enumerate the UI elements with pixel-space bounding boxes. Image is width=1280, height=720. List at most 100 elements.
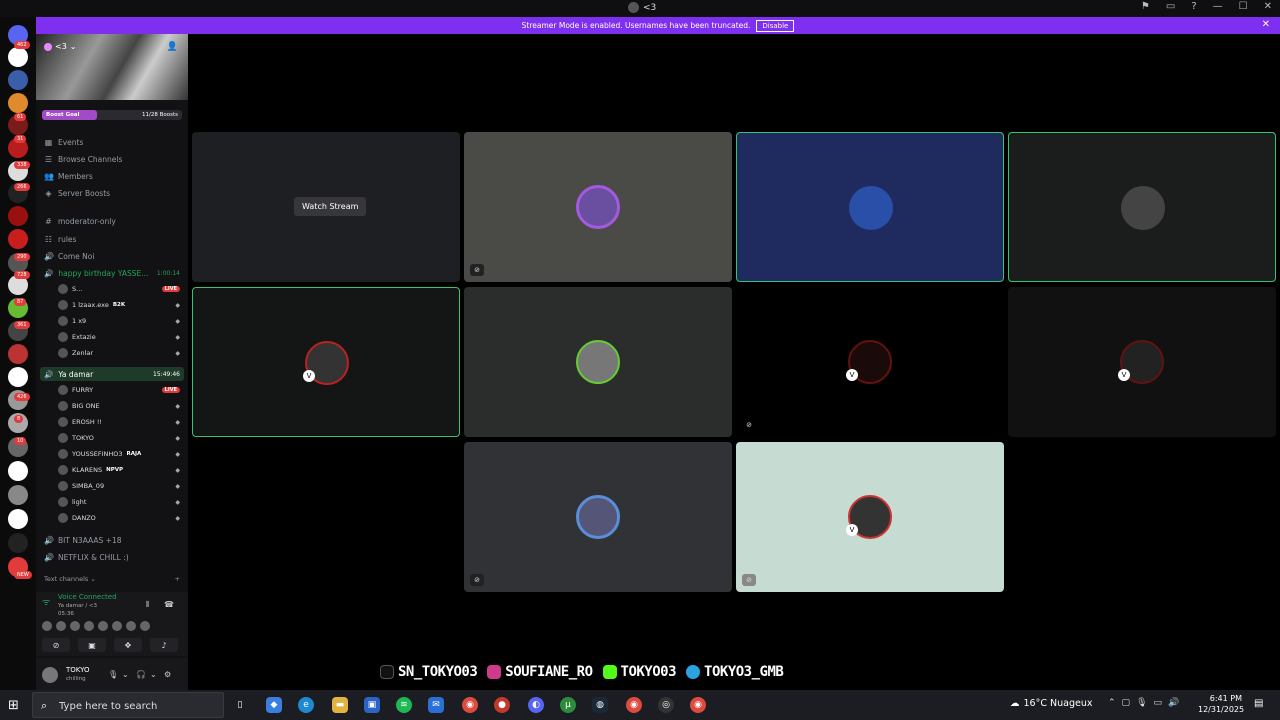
mail-icon[interactable]: ✉ <box>428 697 444 713</box>
avatar[interactable] <box>112 621 122 631</box>
participant-tile[interactable]: V ⊘ <box>736 442 1004 592</box>
voice-member[interactable]: 1 lzaax.exe B2K ◆ <box>58 300 180 310</box>
help-icon[interactable]: ? <box>1191 1 1196 12</box>
participant-tile[interactable]: V ⊘ <box>736 287 1004 437</box>
signal-icon[interactable]: ᯤ <box>42 595 50 608</box>
voice-member[interactable]: light ◆ <box>58 497 180 507</box>
close-icon[interactable]: ✕ <box>1262 19 1270 30</box>
disconnect-icon[interactable]: ☎ <box>164 600 174 609</box>
participant-tile[interactable]: ⊘ <box>464 132 732 282</box>
disable-button[interactable]: Disable <box>756 19 795 32</box>
weather-widget[interactable]: ☁ 16°C Nuageux <box>1010 698 1092 709</box>
server-header[interactable]: <3 ⌄ <box>44 42 77 51</box>
watch-stream-button[interactable]: Watch Stream <box>294 197 367 216</box>
server-icon[interactable] <box>8 367 28 387</box>
avatar[interactable] <box>42 621 52 631</box>
inbox-icon[interactable]: ⚑ <box>1141 1 1150 12</box>
server-icon[interactable] <box>8 485 28 505</box>
server-icon[interactable] <box>8 533 28 553</box>
nav-item-events[interactable]: ▦ Events <box>44 138 84 147</box>
nav-item-come-noi[interactable]: 🔊 Come Noi <box>44 252 94 261</box>
spotify-icon[interactable]: ≋ <box>396 697 412 713</box>
volume-icon[interactable]: 🔊 <box>1168 698 1179 708</box>
voice-member[interactable]: YOUSSEFINHO3 RAJA ◆ <box>58 449 180 459</box>
avatar[interactable] <box>42 667 58 683</box>
gear-icon[interactable]: ⚙ <box>164 670 171 679</box>
voice-channel[interactable]: Ya damar / <3 <box>58 603 97 609</box>
copilot-icon[interactable]: ◆ <box>266 697 282 713</box>
voice-member[interactable]: TOKYO ◆ <box>58 433 180 443</box>
voice-member[interactable]: FURRY LIVE <box>58 385 180 395</box>
store-icon[interactable]: ▣ <box>364 697 380 713</box>
add-channel-icon[interactable]: + <box>175 575 180 583</box>
notification-icon[interactable]: ▤ <box>1254 698 1263 709</box>
voice-member[interactable]: EROSH !! ◆ <box>58 417 180 427</box>
invite-icon[interactable]: 👤 <box>167 42 178 52</box>
participant-tile[interactable] <box>464 287 732 437</box>
chrome-icon[interactable]: ◉ <box>690 697 706 713</box>
server-icon[interactable] <box>8 206 28 226</box>
network-icon[interactable]: ▭ <box>1154 698 1163 708</box>
activities-button[interactable]: ✥ <box>114 638 142 652</box>
avatar[interactable] <box>98 621 108 631</box>
screen-icon[interactable]: ▭ <box>1166 1 1175 12</box>
voice-member[interactable]: Extazie ◆ <box>58 332 180 342</box>
avatar[interactable] <box>70 621 80 631</box>
participant-tile[interactable]: V <box>1008 287 1276 437</box>
chevron-up-icon[interactable]: ⌃ <box>1108 698 1116 708</box>
server-icon[interactable] <box>8 70 28 90</box>
nav-item-rules[interactable]: ☷ rules <box>44 235 77 244</box>
user-name[interactable]: TOKYO <box>66 666 90 674</box>
file-explorer-icon[interactable]: ▬ <box>332 697 348 713</box>
server-icon[interactable] <box>8 93 28 113</box>
minimize-button[interactable]: — <box>1213 1 1223 12</box>
edge-icon[interactable]: e <box>298 697 314 713</box>
chevron-down-icon[interactable]: ⌄ <box>150 670 157 679</box>
discord-icon[interactable]: ◐ <box>528 697 544 713</box>
camera-icon[interactable]: ▢ <box>1122 698 1131 708</box>
nav-item-members[interactable]: 👥 Members <box>44 172 93 181</box>
windows-start-icon[interactable]: ⊞ <box>8 698 19 713</box>
search-box[interactable]: ⌕ Type here to search <box>32 692 224 718</box>
avatar[interactable] <box>140 621 150 631</box>
voice-channel-header[interactable]: 🔊 Ya damar 15:49:46 <box>40 367 184 381</box>
microphone-icon[interactable]: 🎙 <box>1136 698 1147 708</box>
voice-member[interactable]: 1 x9 ◆ <box>58 316 180 326</box>
close-button[interactable]: ✕ <box>1264 1 1272 12</box>
voice-member[interactable]: KLARENS NPVP ◆ <box>58 465 180 475</box>
stream-tile[interactable]: Watch Stream <box>192 132 460 282</box>
maximize-button[interactable]: ☐ <box>1239 1 1248 12</box>
chrome-icon[interactable]: ◉ <box>626 697 642 713</box>
noise-suppression-icon[interactable]: ⫴ <box>146 600 149 610</box>
participant-tile[interactable] <box>736 132 1004 282</box>
clock[interactable]: 6:41 PM 12/31/2025 <box>1198 693 1244 715</box>
nav-item-moderator-only[interactable]: # moderator-only <box>44 217 116 226</box>
app-icon[interactable]: ● <box>494 697 510 713</box>
text-channels-header[interactable]: Text channels ⌄ + <box>44 575 180 583</box>
headphones-icon[interactable]: 🎧 <box>136 670 146 679</box>
server-icon[interactable] <box>8 461 28 481</box>
microphone-icon[interactable]: 🎙 <box>108 670 118 679</box>
chevron-down-icon[interactable]: ⌄ <box>122 670 129 679</box>
voice-channel-item[interactable]: 🔊 NETFLIX & CHILL :) <box>44 553 129 562</box>
soundboard-button[interactable]: ♪ <box>150 638 178 652</box>
utorrent-icon[interactable]: μ <box>560 697 576 713</box>
app-icon[interactable]: ◎ <box>658 697 674 713</box>
boost-goal-bar[interactable]: Boost Goal 11/28 Boosts <box>42 110 182 120</box>
server-icon[interactable] <box>8 229 28 249</box>
nav-item-server-boosts[interactable]: ◈ Server Boosts <box>44 189 110 198</box>
camera-button[interactable]: ⊘ <box>42 638 70 652</box>
server-icon[interactable] <box>8 509 28 529</box>
participant-tile[interactable] <box>1008 132 1276 282</box>
participant-tile[interactable]: V <box>192 287 460 437</box>
screen-share-button[interactable]: ▣ <box>78 638 106 652</box>
participant-tile[interactable]: ⊘ <box>464 442 732 592</box>
steam-icon[interactable]: ◍ <box>592 697 608 713</box>
avatar[interactable] <box>84 621 94 631</box>
chrome-icon[interactable]: ◉ <box>462 697 478 713</box>
avatar[interactable] <box>56 621 66 631</box>
task-view-icon[interactable]: ▯ <box>232 697 248 713</box>
voice-channel-item[interactable]: 🔊 BIT N3AAAS +18 <box>44 536 122 545</box>
server-icon[interactable] <box>8 344 28 364</box>
nav-item-browse-channels[interactable]: ☰ Browse Channels <box>44 155 123 164</box>
